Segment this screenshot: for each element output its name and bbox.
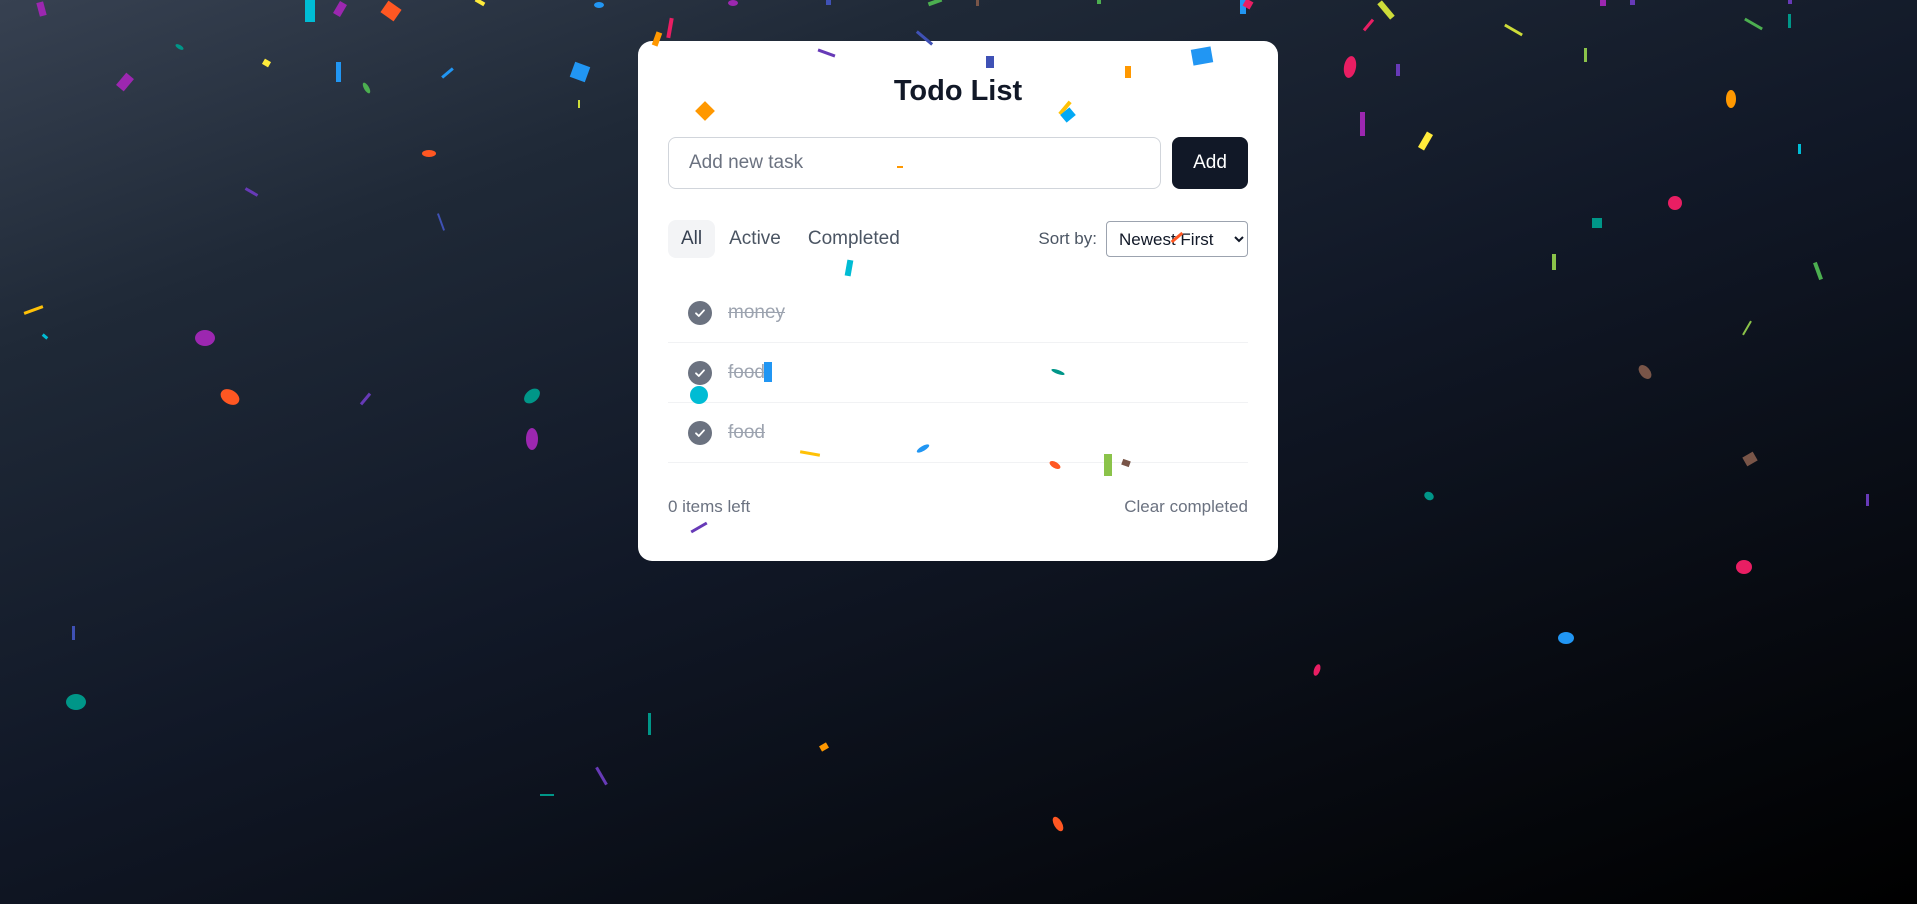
confetti-piece bbox=[66, 694, 86, 710]
list-controls: All Active Completed Sort by: Newest Fir… bbox=[668, 220, 1248, 258]
confetti-piece bbox=[1417, 131, 1434, 151]
todo-toggle[interactable] bbox=[688, 300, 712, 325]
confetti-piece bbox=[1342, 55, 1358, 79]
sort-label: Sort by: bbox=[1038, 229, 1097, 248]
confetti-piece bbox=[333, 0, 347, 18]
todo-text[interactable]: food bbox=[728, 422, 765, 444]
confetti-piece bbox=[1396, 64, 1400, 76]
confetti-piece bbox=[1584, 48, 1587, 62]
confetti-piece bbox=[174, 43, 185, 51]
items-left-count: 0 items left bbox=[668, 497, 751, 516]
confetti-piece bbox=[1866, 494, 1869, 506]
confetti-piece bbox=[1552, 254, 1556, 270]
confetti-piece bbox=[41, 333, 49, 340]
confetti-piece bbox=[826, 0, 831, 5]
todo-text[interactable]: money bbox=[728, 302, 785, 324]
confetti-piece bbox=[1798, 144, 1801, 154]
filter-tabs: All Active Completed bbox=[668, 220, 914, 258]
confetti-piece bbox=[1377, 0, 1395, 20]
confetti-piece bbox=[569, 61, 591, 83]
confetti-piece bbox=[474, 0, 486, 7]
confetti-piece bbox=[578, 100, 580, 108]
page-title: Todo List bbox=[893, 75, 1023, 107]
check-icon bbox=[695, 368, 705, 377]
clear-completed-button[interactable]: Clear completed bbox=[1124, 497, 1248, 517]
confetti-piece bbox=[648, 713, 651, 735]
confetti-piece bbox=[927, 0, 943, 7]
add-button[interactable]: Add bbox=[1172, 137, 1248, 189]
todo-toggle[interactable] bbox=[688, 420, 712, 445]
confetti-piece bbox=[526, 428, 538, 450]
filter-all[interactable]: All bbox=[668, 220, 716, 258]
confetti-piece bbox=[116, 72, 134, 92]
todo-item: money bbox=[668, 283, 1248, 343]
confetti-piece bbox=[1504, 23, 1523, 37]
confetti-piece bbox=[23, 305, 44, 315]
confetti-piece bbox=[594, 2, 604, 8]
confetti-piece bbox=[36, 1, 47, 17]
sort-control: Sort by: Newest First bbox=[1038, 221, 1248, 257]
confetti-piece bbox=[1362, 18, 1375, 32]
list-footer: 0 items left Clear completed bbox=[668, 497, 1248, 517]
confetti-piece bbox=[441, 67, 454, 79]
todo-text[interactable]: food bbox=[728, 362, 765, 384]
confetti-piece bbox=[666, 17, 674, 39]
confetti-piece bbox=[72, 626, 75, 640]
confetti-piece bbox=[1636, 362, 1654, 382]
confetti-piece bbox=[521, 385, 543, 407]
confetti-piece bbox=[217, 385, 243, 409]
confetti-piece bbox=[1744, 17, 1763, 31]
sort-select[interactable]: Newest First bbox=[1106, 221, 1248, 257]
confetti-piece bbox=[1312, 663, 1322, 677]
confetti-piece bbox=[1742, 320, 1752, 336]
confetti-piece bbox=[1558, 632, 1574, 644]
confetti-piece bbox=[1736, 560, 1752, 574]
confetti-piece bbox=[1097, 0, 1101, 4]
confetti-piece bbox=[1050, 815, 1066, 833]
todo-card: Todo List Add All Active Completed Sort … bbox=[638, 41, 1278, 561]
confetti-piece bbox=[1788, 0, 1792, 4]
todo-item: food bbox=[668, 403, 1248, 463]
confetti-piece bbox=[1422, 490, 1436, 502]
confetti-piece bbox=[976, 0, 979, 6]
filter-active[interactable]: Active bbox=[716, 220, 794, 258]
todo-list: money food food bbox=[668, 283, 1248, 463]
confetti-piece bbox=[1813, 261, 1823, 281]
confetti-piece bbox=[436, 213, 446, 231]
confetti-piece bbox=[1726, 90, 1736, 108]
confetti-piece bbox=[595, 766, 608, 786]
confetti-piece bbox=[1240, 0, 1246, 14]
confetti-piece bbox=[361, 81, 372, 95]
todo-toggle[interactable] bbox=[688, 360, 712, 385]
confetti-piece bbox=[336, 62, 341, 82]
confetti-piece bbox=[422, 150, 436, 157]
confetti-piece bbox=[819, 742, 829, 752]
confetti-piece bbox=[1592, 218, 1602, 228]
confetti-piece bbox=[261, 58, 272, 68]
check-icon bbox=[695, 308, 705, 317]
confetti-piece bbox=[380, 0, 402, 22]
confetti-piece bbox=[305, 0, 315, 22]
todo-item: food bbox=[668, 343, 1248, 403]
confetti-piece bbox=[540, 794, 554, 796]
confetti-piece bbox=[195, 330, 215, 346]
confetti-piece bbox=[1742, 451, 1758, 467]
new-task-input[interactable] bbox=[668, 137, 1161, 189]
confetti-piece bbox=[1630, 0, 1635, 5]
confetti-piece bbox=[1360, 112, 1365, 136]
confetti-piece bbox=[1668, 196, 1682, 210]
confetti-piece bbox=[1600, 0, 1606, 6]
confetti-piece bbox=[244, 187, 259, 197]
filter-completed[interactable]: Completed bbox=[795, 220, 913, 258]
confetti-piece bbox=[728, 0, 738, 6]
confetti-piece bbox=[1788, 14, 1791, 28]
confetti-piece bbox=[359, 392, 372, 406]
confetti-piece bbox=[1242, 0, 1254, 10]
add-task-row: Add bbox=[668, 137, 1248, 189]
check-icon bbox=[695, 428, 705, 437]
